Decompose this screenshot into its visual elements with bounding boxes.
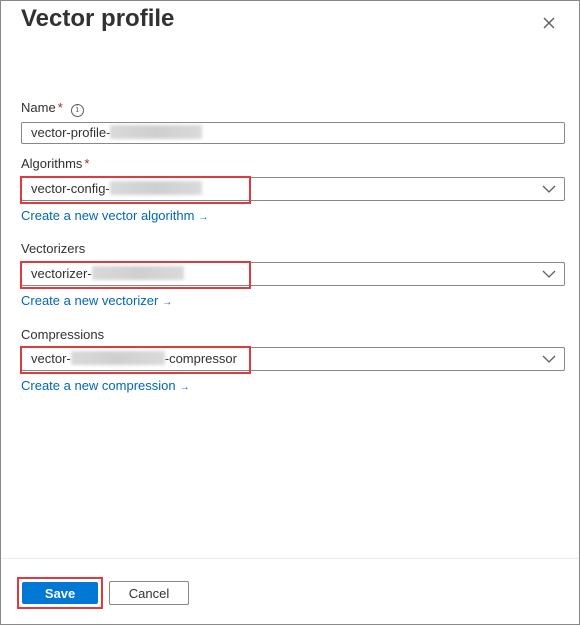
cancel-button[interactable]: Cancel <box>109 581 189 605</box>
create-vector-algorithm-text: Create a new vector algorithm <box>21 208 195 223</box>
compressions-dropdown[interactable]: vector- -compressor <box>20 346 565 374</box>
name-input-value: vector-profile- <box>31 125 111 140</box>
panel-title: Vector profile <box>21 5 175 32</box>
redacted-text <box>70 351 165 365</box>
save-button[interactable]: Save <box>22 582 98 604</box>
create-vector-algorithm-link[interactable]: Create a new vector algorithm → <box>21 208 208 223</box>
create-vectorizer-text: Create a new vectorizer <box>21 293 159 308</box>
compressions-value-prefix: vector- <box>31 351 71 366</box>
redacted-text <box>110 125 203 139</box>
chevron-down-icon <box>542 270 556 278</box>
algorithms-label: Algorithms <box>21 156 83 171</box>
chevron-down-icon <box>542 355 556 363</box>
vector-profile-panel: Vector profile Name * i vector-profile- Al… <box>0 0 580 625</box>
footer-divider <box>1 558 579 559</box>
arrow-right-icon: → <box>162 297 173 308</box>
algorithms-value-text: vector-config- <box>31 181 110 196</box>
redacted-text <box>109 181 202 195</box>
create-compression-link[interactable]: Create a new compression → <box>21 378 190 393</box>
save-highlight-box: Save <box>17 577 103 609</box>
info-icon[interactable]: i <box>70 104 84 117</box>
compressions-value-suffix: -compressor <box>164 351 237 366</box>
compressions-label: Compressions <box>21 327 105 342</box>
algorithms-dropdown[interactable]: vector-config- <box>20 176 565 204</box>
algorithms-label-row: Algorithms * <box>21 156 89 171</box>
create-compression-text: Create a new compression <box>21 378 176 393</box>
algorithms-selected-value: vector-config- <box>31 178 202 200</box>
chevron-down-icon <box>542 185 556 193</box>
arrow-right-icon: → <box>179 382 190 393</box>
create-vectorizer-link[interactable]: Create a new vectorizer → <box>21 293 172 308</box>
vectorizers-value-text: vectorizer- <box>31 266 92 281</box>
name-label-row: Name * i <box>21 100 84 117</box>
redacted-text <box>91 266 184 280</box>
compressions-selected-value: vector- -compressor <box>31 348 237 370</box>
name-label: Name <box>21 100 56 115</box>
close-icon[interactable] <box>539 13 559 33</box>
arrow-right-icon: → <box>198 212 209 223</box>
vectorizers-selected-value: vectorizer- <box>31 263 184 285</box>
required-marker: * <box>84 156 90 171</box>
vectorizers-dropdown[interactable]: vectorizer- <box>20 261 565 289</box>
name-input[interactable]: vector-profile- <box>21 122 565 144</box>
required-marker: * <box>57 100 63 115</box>
vectorizers-label: Vectorizers <box>21 241 86 256</box>
